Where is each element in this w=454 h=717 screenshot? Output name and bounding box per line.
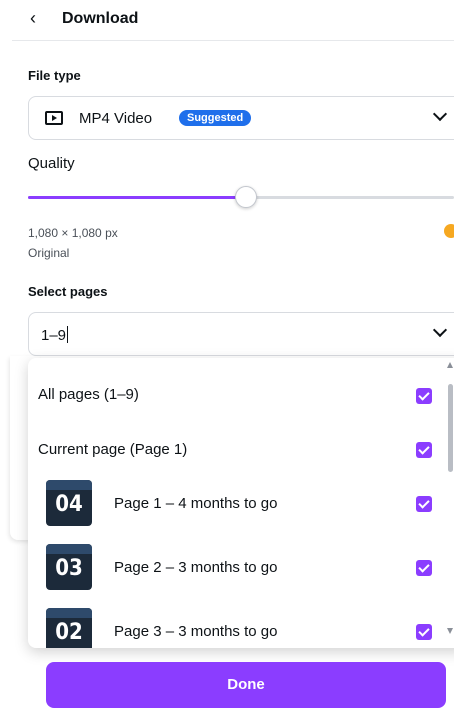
select-pages-input[interactable]: 1–9 xyxy=(28,312,454,356)
quality-slider-handle[interactable] xyxy=(235,186,258,208)
option-label: All pages (1–9) xyxy=(38,386,139,403)
text-caret xyxy=(67,326,69,343)
checkbox[interactable] xyxy=(416,388,432,404)
pages-dropdown: All pages (1–9) Current page (Page 1) 04… xyxy=(28,358,454,648)
option-current-page[interactable]: Current page (Page 1) xyxy=(28,422,454,476)
select-pages-label: Select pages xyxy=(28,284,108,299)
checkbox[interactable] xyxy=(416,442,432,458)
dropdown-scrollbar[interactable] xyxy=(447,360,454,648)
quality-note: Original xyxy=(28,246,70,260)
page-row[interactable]: 03 Page 2 – 3 months to go xyxy=(28,542,454,596)
chevron-down-icon xyxy=(432,106,448,122)
crown-icon xyxy=(444,224,454,238)
done-button[interactable]: Done xyxy=(46,662,446,708)
select-pages-value: 1–9 xyxy=(41,327,67,344)
page-thumbnail: 03 xyxy=(46,544,92,590)
page-thumbnail: 02 xyxy=(46,608,92,648)
header: ‹ Download xyxy=(0,0,454,40)
checkbox[interactable] xyxy=(416,560,432,576)
file-type-label: File type xyxy=(28,68,81,83)
file-type-value: MP4 Video xyxy=(79,110,153,127)
checkbox[interactable] xyxy=(416,496,432,512)
video-play-icon xyxy=(45,111,63,125)
scroll-down-arrow-icon[interactable] xyxy=(447,628,453,634)
scrollbar-thumb[interactable] xyxy=(448,384,453,472)
option-all-pages[interactable]: All pages (1–9) xyxy=(28,368,454,422)
quality-label: Quality xyxy=(28,155,75,172)
page-label: Page 1 – 4 months to go xyxy=(114,495,278,512)
chevron-down-icon xyxy=(432,322,448,338)
page-label: Page 3 – 3 months to go xyxy=(114,623,278,640)
option-label: Current page (Page 1) xyxy=(38,441,188,458)
checkbox[interactable] xyxy=(416,624,432,640)
page-row[interactable]: 04 Page 1 – 4 months to go xyxy=(28,478,454,532)
divider xyxy=(12,40,454,41)
page-thumbnail: 04 xyxy=(46,480,92,526)
file-type-select[interactable]: MP4 Video Suggested xyxy=(28,96,454,140)
page-label: Page 2 – 3 months to go xyxy=(114,559,278,576)
quality-slider-fill xyxy=(28,196,246,199)
chevron-left-icon[interactable]: ‹ xyxy=(30,8,36,29)
page-title: Download xyxy=(62,10,139,27)
scroll-up-arrow-icon[interactable] xyxy=(447,362,453,368)
page-row[interactable]: 02 Page 3 – 3 months to go xyxy=(28,606,454,648)
dimensions-text: 1,080 × 1,080 px xyxy=(28,226,118,240)
suggested-badge: Suggested xyxy=(179,110,252,126)
quality-slider[interactable] xyxy=(28,186,454,208)
